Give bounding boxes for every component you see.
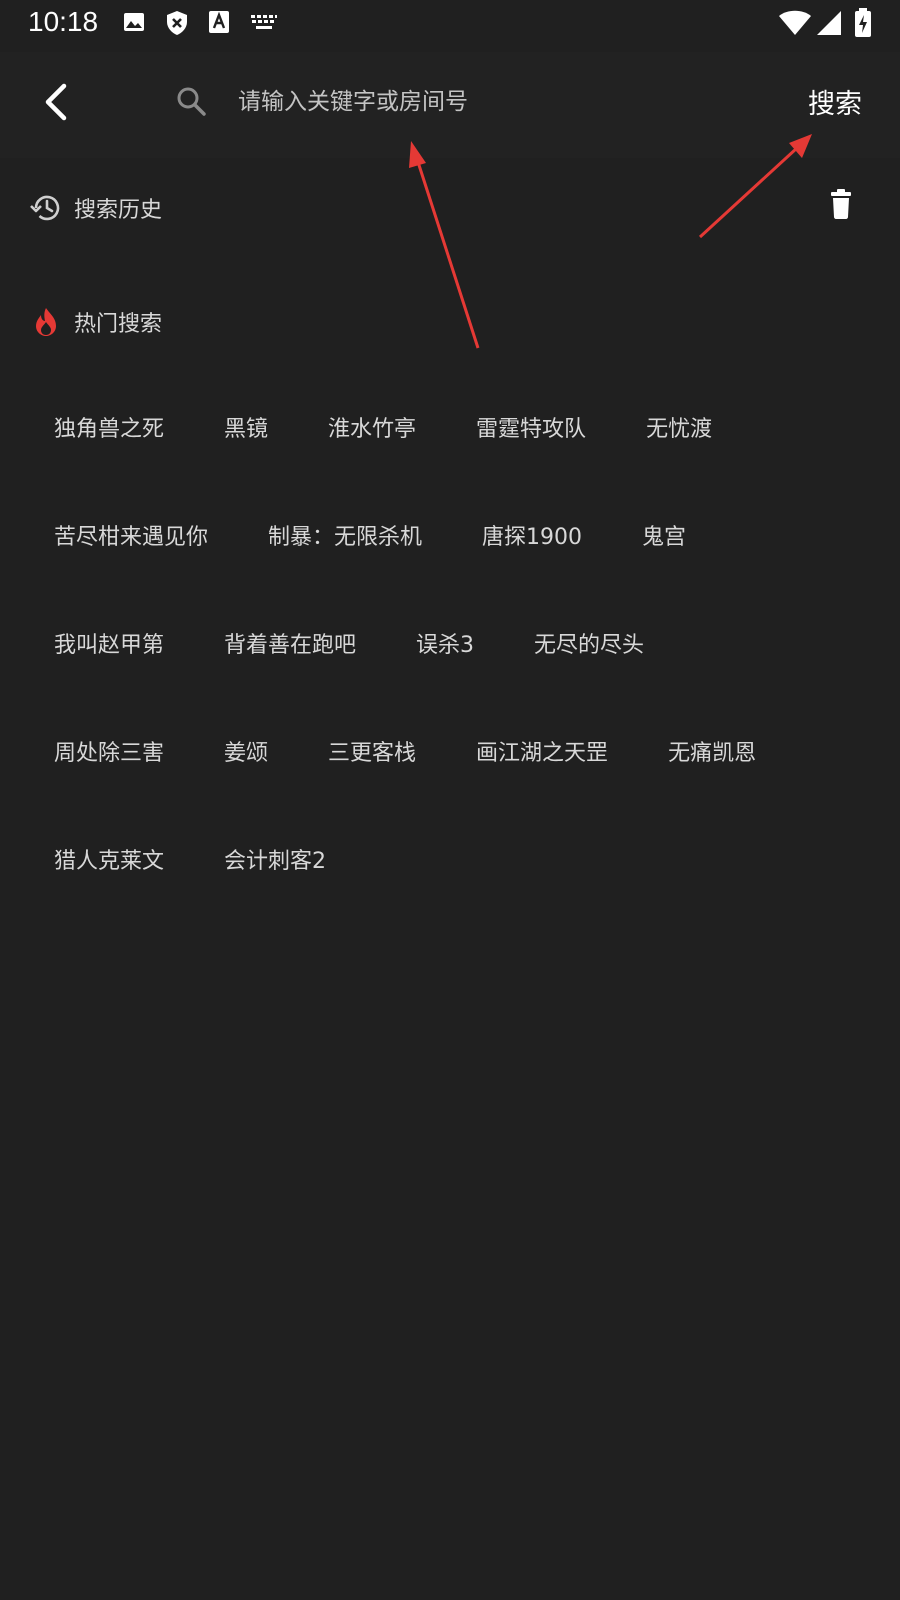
back-arrow-icon (45, 83, 67, 121)
status-time: 10:18 (28, 6, 99, 37)
hot-tag[interactable]: 独角兽之死 (54, 410, 164, 450)
annotation-arrows (409, 134, 812, 349)
hot-tag[interactable]: 姜颂 (224, 734, 268, 774)
hot-tag[interactable]: 无痛凯恩 (668, 734, 756, 774)
image-icon (122, 10, 146, 38)
search-header: 搜索 (0, 52, 900, 158)
hot-search-title: 热门搜索 (74, 312, 163, 337)
hot-row-5: 猎人克莱文 会计刺客2 (54, 842, 326, 882)
hot-tag[interactable]: 无忧渡 (646, 410, 712, 450)
search-icon (175, 85, 207, 117)
hot-tag[interactable]: 三更客栈 (328, 734, 416, 774)
search-history-title: 搜索历史 (74, 198, 163, 223)
hot-tag[interactable]: 会计刺客2 (224, 842, 326, 882)
hot-tag[interactable]: 误杀3 (416, 626, 474, 666)
back-button[interactable] (30, 74, 80, 130)
search-history-header: 搜索历史 (30, 188, 870, 228)
hot-tag[interactable]: 制暴：无限杀机 (268, 518, 422, 558)
hot-tag[interactable]: 背着善在跑吧 (224, 626, 356, 666)
clear-history-button[interactable] (824, 186, 860, 222)
history-icon (30, 192, 62, 224)
status-bar: 10:18 (0, 0, 900, 50)
hot-tag[interactable]: 猎人克莱文 (54, 842, 164, 882)
hot-search-header: 热门搜索 (30, 302, 870, 342)
hot-tag[interactable]: 苦尽柑来遇见你 (54, 518, 208, 558)
hot-row-2: 苦尽柑来遇见你 制暴：无限杀机 唐探1900 鬼宫 (54, 518, 686, 558)
hot-tag[interactable]: 周处除三害 (54, 734, 164, 774)
flame-icon (30, 306, 62, 338)
hot-row-1: 独角兽之死 黑镜 淮水竹亭 雷霆特攻队 无忧渡 (54, 410, 712, 450)
hot-tag[interactable]: 鬼宫 (642, 518, 686, 558)
trash-icon (831, 189, 851, 219)
hot-tag[interactable]: 画江湖之天罡 (476, 734, 608, 774)
battery-icon (854, 8, 872, 42)
hot-tag[interactable]: 我叫赵甲第 (54, 626, 164, 666)
hot-tag[interactable]: 雷霆特攻队 (476, 410, 586, 450)
wifi-icon (778, 10, 812, 40)
hot-row-4: 周处除三害 姜颂 三更客栈 画江湖之天罡 无痛凯恩 (54, 734, 756, 774)
hot-tag[interactable]: 黑镜 (224, 410, 268, 450)
signal-icon (816, 10, 842, 40)
shield-icon (165, 10, 189, 40)
hot-row-3: 我叫赵甲第 背着善在跑吧 误杀3 无尽的尽头 (54, 626, 644, 666)
hot-tag[interactable]: 唐探1900 (482, 518, 582, 558)
hot-tag[interactable]: 淮水竹亭 (328, 410, 416, 450)
text-a-icon (208, 10, 230, 38)
keyboard-icon (250, 14, 278, 36)
hot-tag[interactable]: 无尽的尽头 (534, 626, 644, 666)
search-button[interactable]: 搜索 (808, 82, 862, 121)
search-input[interactable] (234, 76, 758, 128)
